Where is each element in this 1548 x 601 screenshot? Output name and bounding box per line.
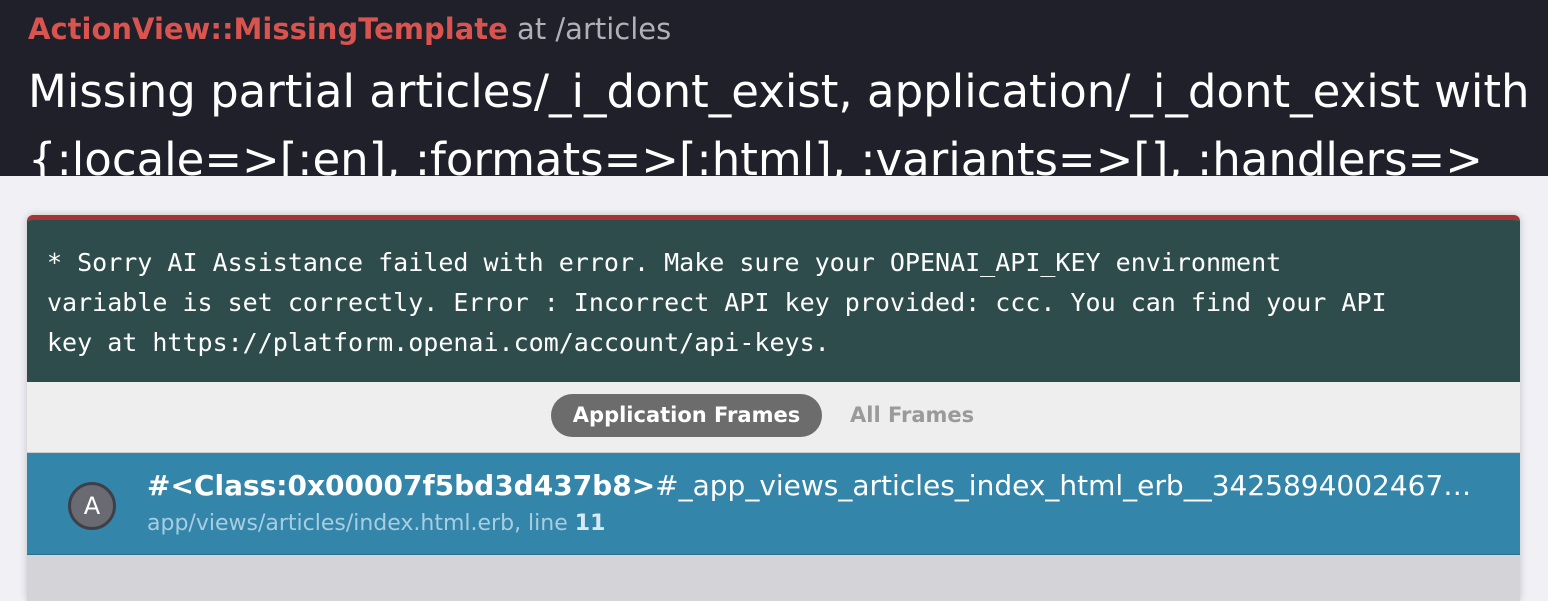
error-header: ActionView::MissingTemplate at /articles… <box>0 0 1548 176</box>
ai-assistance-message: * Sorry AI Assistance failed with error.… <box>27 220 1520 382</box>
error-title: ActionView::MissingTemplate at /articles <box>28 12 671 46</box>
frame-row[interactable]: A #<Class:0x00007f5bd3d437b8>#_app_views… <box>27 453 1520 555</box>
request-path: at /articles <box>517 12 672 46</box>
tab-all-frames[interactable]: All Frames <box>850 394 974 437</box>
tab-application-frames[interactable]: Application Frames <box>551 394 822 437</box>
frame-location: app/views/articles/index.html.erb, line … <box>147 511 605 536</box>
frame-type-avatar: A <box>68 482 116 530</box>
backtrace-panel: * Sorry AI Assistance failed with error.… <box>27 215 1520 601</box>
frame-line-number: 11 <box>574 511 606 536</box>
frame-method: #_app_views_articles_index_html_erb__342… <box>655 469 1487 502</box>
frame-filter-tabs: Application Frames All Frames <box>27 382 1520 453</box>
frame-file: app/views/articles/index.html.erb, line <box>147 511 568 536</box>
error-class-name: ActionView::MissingTemplate <box>28 12 508 46</box>
frame-method-name: #<Class:0x00007f5bd3d437b8>#_app_views_a… <box>147 469 1487 502</box>
frame-class: #<Class:0x00007f5bd3d437b8> <box>147 469 656 502</box>
error-message: Missing partial articles/_i_dont_exist, … <box>28 65 1530 176</box>
